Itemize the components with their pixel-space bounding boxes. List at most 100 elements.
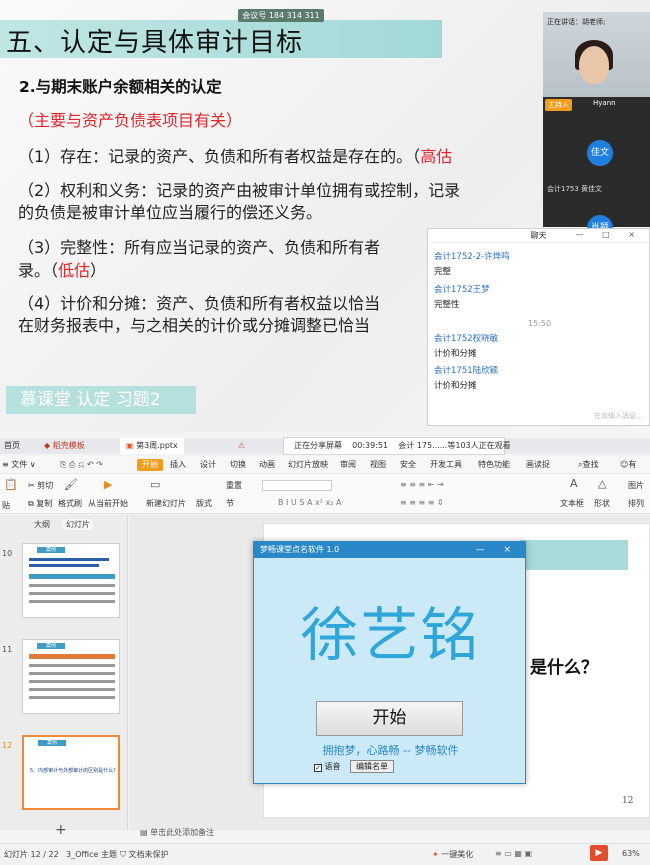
chat-sender: 会计1752-2-许烨鸣 bbox=[434, 252, 510, 262]
font-style-buttons[interactable]: B I U S A x² x₂ A· bbox=[278, 498, 344, 507]
notes-area[interactable]: ▤ 单击此处添加备注 bbox=[140, 827, 214, 838]
shield-icon: ⛉ bbox=[120, 850, 126, 859]
menu-slideshow[interactable]: 幻灯片放映 bbox=[288, 456, 328, 474]
tab-docer[interactable]: ◆ 稻壳模板 bbox=[44, 438, 85, 454]
menu-devtools[interactable]: 开发工具 bbox=[430, 456, 462, 474]
align-buttons[interactable]: ≡ ≡ ≡ ≡ ⇕ bbox=[400, 498, 444, 507]
copy-label: 复制 bbox=[36, 499, 53, 508]
window-controls[interactable]: — □ × bbox=[576, 230, 643, 239]
add-slide-icon[interactable]: + bbox=[55, 822, 67, 838]
rights-button[interactable]: ☺有 bbox=[620, 456, 636, 474]
search-button[interactable]: ⌕查找 bbox=[578, 456, 598, 474]
thumb-number: 12 bbox=[2, 741, 13, 750]
slide-question: 是什么？ bbox=[530, 658, 598, 678]
thumb-line bbox=[29, 558, 109, 561]
thumb-line bbox=[29, 564, 99, 567]
note-text: （主要与资产负债表项目有关） bbox=[18, 111, 243, 130]
checkbox-icon[interactable]: ✓ bbox=[314, 764, 322, 772]
warning-icon[interactable]: ⚠ bbox=[238, 438, 245, 454]
search-label: 查找 bbox=[582, 460, 599, 469]
tab-document[interactable]: ▣ 第3周.pptx bbox=[120, 438, 184, 454]
slide-thumbnail-selected[interactable]: 案例 5、内部审计与外部审计的区别是什么？ bbox=[22, 735, 120, 810]
textbox-button[interactable]: 文本框 bbox=[560, 498, 584, 509]
share-timer: 00:39:51 bbox=[352, 441, 389, 450]
tab-slides[interactable]: 幻灯片 bbox=[62, 519, 94, 530]
chat-input[interactable]: 在此输入消息… bbox=[594, 411, 643, 421]
thumb-line bbox=[29, 592, 115, 595]
thumb-line bbox=[29, 664, 115, 667]
host-username: Hyann bbox=[593, 99, 616, 107]
copy-button[interactable]: ⧉ 复制 bbox=[28, 498, 52, 509]
beautify-button[interactable]: ✦ 一键美化 bbox=[432, 849, 473, 860]
thumb-table-header bbox=[29, 654, 115, 659]
dialog-window-controls[interactable]: — × bbox=[476, 542, 519, 558]
menu-transition[interactable]: 切换 bbox=[230, 456, 246, 474]
thumb-heading: 案例 bbox=[37, 547, 65, 553]
thumb-line bbox=[29, 600, 115, 603]
chat-message: 计价和分摊 bbox=[434, 349, 477, 359]
notes-label: 单击此处添加备注 bbox=[150, 828, 215, 837]
beautify-icon: ✦ bbox=[432, 850, 439, 859]
mooc-label: 慕课堂 认定 习题2 bbox=[6, 386, 196, 414]
menu-review[interactable]: 审阅 bbox=[340, 456, 356, 474]
edit-list-button[interactable]: 编辑名单 bbox=[350, 760, 394, 773]
thumb-table-header bbox=[29, 574, 115, 579]
menu-start[interactable]: 开始 bbox=[137, 459, 163, 471]
voice-checkbox[interactable]: ✓ 语音 bbox=[314, 761, 341, 772]
quick-access-icons[interactable]: ⎘ ⎙ ⎌ ↶ ↷ bbox=[60, 456, 103, 474]
arrange-button[interactable]: 排列 bbox=[628, 498, 644, 509]
slide-subheading: 2.与期末账户余额相关的认定 bbox=[19, 78, 222, 96]
menu-view[interactable]: 视图 bbox=[370, 456, 386, 474]
share-status: 正在分享屏幕 bbox=[294, 441, 342, 450]
from-current-button[interactable]: 从当前开始 bbox=[88, 498, 128, 509]
chat-message: 完整 bbox=[434, 267, 452, 277]
textbox-icon[interactable]: A bbox=[570, 477, 578, 490]
cut-button[interactable]: ✂ 剪切 bbox=[28, 480, 53, 491]
menu-security[interactable]: 安全 bbox=[400, 456, 416, 474]
menu-file[interactable]: ≡ 文件 ∨ bbox=[2, 456, 36, 474]
zoom-level[interactable]: 63% bbox=[622, 849, 640, 858]
new-slide-button[interactable]: 新建幻灯片 bbox=[146, 498, 186, 509]
participant-avatar[interactable]: 佳文 bbox=[587, 140, 613, 166]
slide-note: （主要与资产负债表项目有关） bbox=[18, 107, 242, 131]
section-button[interactable]: 节 bbox=[226, 498, 234, 509]
thumb-number: 10 bbox=[2, 549, 13, 558]
paste-label: 贴 bbox=[2, 501, 10, 510]
tab-home[interactable]: 首页 bbox=[4, 438, 20, 454]
meeting-id-badge: 会议号 184 314 311 bbox=[238, 9, 324, 22]
protect-status[interactable]: ⛉ 文档未保护 bbox=[120, 849, 169, 860]
shape-icon[interactable]: △ bbox=[598, 477, 606, 490]
picked-name: 徐艺铭 bbox=[300, 601, 481, 669]
menu-features[interactable]: 特色功能 bbox=[478, 456, 510, 474]
wps-menu-bar: ≡ 文件 ∨ ⎘ ⎙ ⎌ ↶ ↷ 开始 插入 设计 切换 动画 幻灯片放映 审阅… bbox=[0, 456, 650, 474]
paragraph-buttons[interactable]: ≡ ≡ ≡ ⇤ ⇥ bbox=[400, 480, 444, 489]
shape-button[interactable]: 形状 bbox=[594, 498, 610, 509]
slide-item-3: （3）完整性：所有应当记录的资产、负债和所有者 bbox=[18, 238, 381, 257]
play-icon[interactable]: ▶ bbox=[104, 478, 112, 491]
menu-design[interactable]: 设计 bbox=[200, 456, 216, 474]
menu-insert[interactable]: 插入 bbox=[170, 456, 186, 474]
tab-outline[interactable]: 大纲 bbox=[34, 519, 50, 530]
play-icon[interactable]: ▶ bbox=[590, 845, 608, 861]
font-select[interactable] bbox=[262, 480, 332, 491]
slide-thumbnail[interactable]: 案例 bbox=[22, 543, 120, 618]
slide-thumbnail[interactable]: 案例 bbox=[22, 639, 120, 714]
image-button[interactable]: 图片 bbox=[628, 480, 644, 491]
thumb-line bbox=[29, 688, 115, 691]
slide-position: 幻灯片 12 / 22 bbox=[4, 850, 59, 859]
reset-button[interactable]: 重置 bbox=[226, 480, 242, 491]
thumb-heading: 案例 bbox=[38, 740, 66, 746]
slide-item-2-cont: 的负债是被审计单位应当履行的偿还义务。 bbox=[18, 203, 323, 222]
start-button[interactable]: 开始 bbox=[316, 701, 463, 736]
speaking-label: 正在讲话：胡老师; bbox=[547, 18, 606, 26]
new-slide-icon[interactable]: ▭ bbox=[150, 478, 160, 491]
layout-button[interactable]: 版式 bbox=[196, 498, 212, 509]
menu-animation[interactable]: 动画 bbox=[259, 456, 275, 474]
menu-reading[interactable]: 画读捉 bbox=[526, 456, 550, 474]
chat-time: 15:50 bbox=[528, 319, 552, 328]
paste-icon[interactable]: 📋 bbox=[4, 478, 18, 491]
chat-sender: 会计1752权晓敏 bbox=[434, 334, 499, 344]
host-face bbox=[579, 46, 609, 84]
format-painter-icon[interactable]: 🖌 bbox=[64, 478, 78, 491]
view-buttons[interactable]: ≡ ▭ ▦ ▣ bbox=[495, 849, 532, 858]
